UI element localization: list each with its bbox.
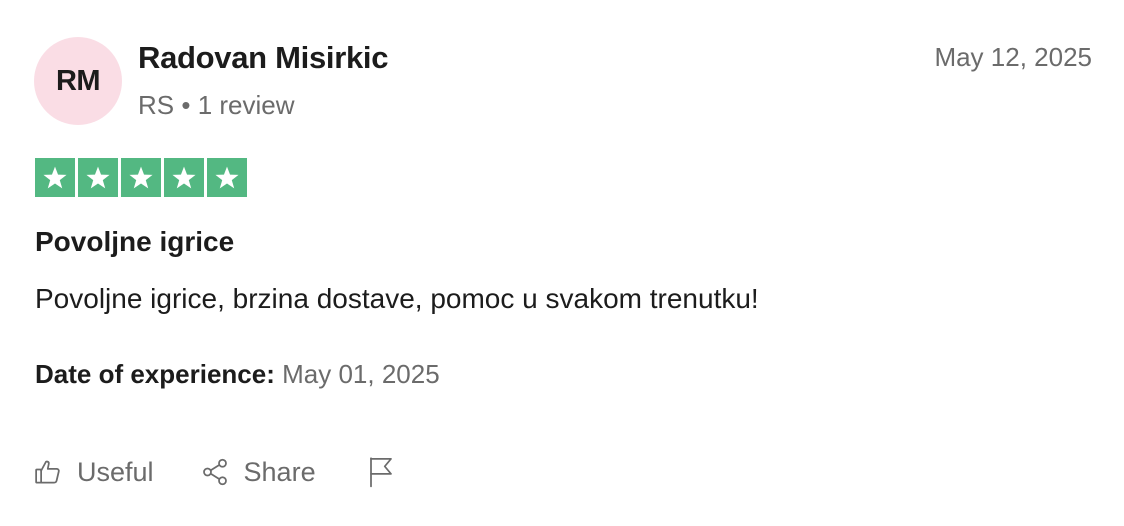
star-rating [35, 158, 247, 197]
useful-button[interactable]: Useful [33, 457, 154, 488]
date-of-experience: Date of experience: May 01, 2025 [35, 357, 440, 391]
author-name[interactable]: Radovan Misirkic [138, 39, 388, 77]
avatar: RM [34, 37, 122, 125]
author-country: RS [138, 90, 175, 120]
share-label: Share [243, 456, 316, 487]
star-icon [207, 158, 247, 197]
review-title[interactable]: Povoljne igrice [35, 224, 234, 260]
experience-label: Date of experience: [35, 359, 275, 389]
thumbs-up-icon [33, 457, 63, 487]
meta-separator: • [181, 90, 191, 120]
author-review-count: 1 review [197, 90, 295, 120]
flag-icon [366, 455, 396, 489]
review-date: May 12, 2025 [934, 42, 1092, 72]
star-icon [164, 158, 204, 197]
share-icon [200, 457, 230, 487]
star-icon [121, 158, 161, 197]
review-text: Povoljne igrice, brzina dostave, pomoc u… [35, 283, 759, 314]
report-button[interactable] [366, 455, 396, 489]
author-meta: RS • 1 review [138, 88, 295, 122]
review-actions: Useful Share [33, 452, 396, 492]
star-icon [78, 158, 118, 197]
share-button[interactable]: Share [200, 457, 316, 488]
experience-date: May 01, 2025 [282, 359, 440, 389]
useful-label: Useful [77, 456, 154, 487]
star-icon [35, 158, 75, 197]
avatar-initials: RM [55, 64, 101, 97]
